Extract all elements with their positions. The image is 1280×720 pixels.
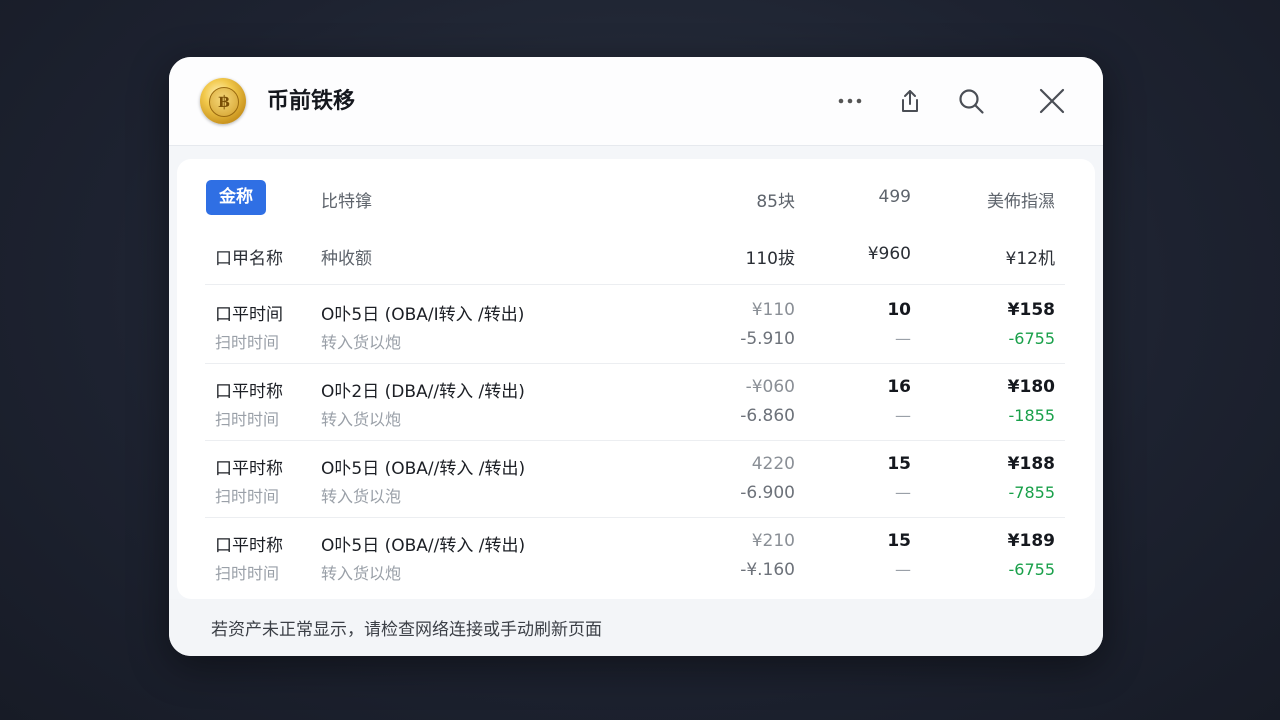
row-subtotal: -1855 <box>1008 406 1056 425</box>
header-coin-name: 比特镎 <box>321 192 372 212</box>
row-subdesc: 转入货以泡 <box>321 487 402 506</box>
row-total: ¥158 <box>1007 300 1055 320</box>
summary-count: ¥960 <box>867 244 911 264</box>
row-subcount: — <box>895 329 911 348</box>
summary-total: ¥12机 <box>1005 249 1055 269</box>
row-amount: 4220 <box>751 454 795 474</box>
row-subamount: -5.910 <box>740 329 795 349</box>
summary-label: 口甲名称 <box>215 249 283 269</box>
row-count: 15 <box>887 531 911 551</box>
row-amount: ¥210 <box>751 531 795 551</box>
row-desc: O卟5日 (OBA//转入 /转出) <box>321 459 526 479</box>
footer-text: 若资产未正常显示，请检查网络连接或手动刷新页面 <box>211 620 602 640</box>
row-sublabel: 扫时时间 <box>215 487 280 506</box>
row-label: 口平时称 <box>215 382 283 402</box>
row-total: ¥189 <box>1007 531 1055 551</box>
row-subamount: -6.860 <box>740 406 795 426</box>
row-subtotal: -7855 <box>1008 483 1056 502</box>
row-subcount: — <box>895 483 911 502</box>
title-bar: ฿ 币前铁移 <box>169 57 1103 146</box>
divider <box>205 440 1065 441</box>
divider <box>205 517 1065 518</box>
row-amount: -¥060 <box>745 377 795 397</box>
row-sublabel: 扫时时间 <box>215 410 280 429</box>
row-subtotal: -6755 <box>1008 329 1056 348</box>
asset-table: 金称 比特镎 85块 499 美佈指濕 口甲名称 种收额 110拔 ¥960 ¥… <box>177 159 1095 599</box>
row-subamount: -6.900 <box>740 483 795 503</box>
row-count: 16 <box>887 377 911 397</box>
row-count: 10 <box>887 300 911 320</box>
row-label: 口平时称 <box>215 536 283 556</box>
row-subcount: — <box>895 560 911 579</box>
row-subdesc: 转入货以炮 <box>321 333 402 352</box>
search-icon[interactable] <box>952 82 990 120</box>
header-col4: 499 <box>878 187 911 207</box>
row-amount: ¥110 <box>751 300 795 320</box>
row-subamount: -¥.160 <box>740 560 795 580</box>
row-desc: O卟5日 (OBA/I转入 /转出) <box>321 305 525 325</box>
row-desc: O卟2日 (DBA//转入 /转出) <box>321 382 525 402</box>
asset-dialog: ฿ 币前铁移 金称 比特镎 85块 499 美佈指濕 口甲名称 种收额 110拔… <box>169 57 1103 656</box>
coin-glyph: ฿ <box>209 87 239 117</box>
row-total: ¥180 <box>1007 377 1055 397</box>
coin-logo-icon: ฿ <box>200 78 246 124</box>
close-icon[interactable] <box>1033 82 1071 120</box>
row-total: ¥188 <box>1007 454 1055 474</box>
divider <box>205 284 1065 285</box>
row-subdesc: 转入货以炮 <box>321 564 402 583</box>
share-icon[interactable] <box>891 82 929 120</box>
dialog-title: 币前铁移 <box>267 89 356 114</box>
footer-notice: 若资产未正常显示，请检查网络连接或手动刷新页面 <box>169 599 1103 656</box>
divider <box>205 363 1065 364</box>
row-sublabel: 扫时时间 <box>215 333 280 352</box>
row-count: 15 <box>887 454 911 474</box>
header-col3: 85块 <box>756 192 795 212</box>
tab-all[interactable]: 金称 <box>206 180 266 215</box>
row-sublabel: 扫时时间 <box>215 564 280 583</box>
row-subdesc: 转入货以炮 <box>321 410 402 429</box>
more-icon[interactable] <box>831 82 869 120</box>
row-label: 口平时间 <box>215 305 283 325</box>
row-label: 口平时称 <box>215 459 283 479</box>
header-col5: 美佈指濕 <box>987 192 1055 212</box>
row-subtotal: -6755 <box>1008 560 1056 579</box>
summary-amount: 110拔 <box>745 249 795 269</box>
summary-desc: 种收额 <box>321 249 372 269</box>
row-desc: O卟5日 (OBA//转入 /转出) <box>321 536 526 556</box>
row-subcount: — <box>895 406 911 425</box>
